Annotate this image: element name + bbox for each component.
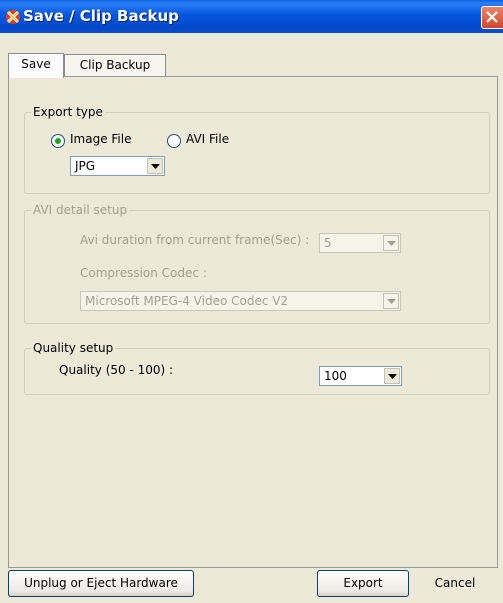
title-bar[interactable]: Save / Clip Backup [0,0,503,33]
quality-setup-legend: Quality setup [31,341,116,355]
export-type-legend: Export type [31,105,105,119]
avi-file-radio[interactable] [167,134,181,148]
image-file-label[interactable]: Image File [70,132,131,146]
quality-setup-group: Quality setup Quality (50 - 100) : 100 [24,341,490,395]
window-title: Save / Clip Backup [23,7,179,25]
tab-clip-backup[interactable]: Clip Backup [64,54,166,77]
avi-duration-label: Avi duration from current frame(Sec) : [80,233,310,247]
compression-codec-label: Compression Codec : [80,266,207,280]
app-logo-icon [4,8,20,24]
avi-duration-value: 5 [324,236,332,250]
avi-duration-select[interactable]: 5 [319,233,401,253]
export-type-group: Export type Image File AVI File JPG [24,105,490,194]
image-format-value: JPG [75,159,96,173]
close-button[interactable] [481,6,503,29]
avi-file-label[interactable]: AVI File [186,132,229,146]
export-button[interactable]: Export [317,570,409,597]
avi-detail-legend: AVI detail setup [31,203,130,217]
compression-codec-select[interactable]: Microsoft MPEG-4 Video Codec V2 [80,291,401,311]
image-file-radio[interactable] [51,134,65,148]
chevron-down-icon[interactable] [383,293,399,309]
compression-codec-value: Microsoft MPEG-4 Video Codec V2 [85,294,289,308]
unplug-eject-hardware-button[interactable]: Unplug or Eject Hardware [8,570,194,597]
close-icon [486,11,498,23]
cancel-button[interactable]: Cancel [414,570,496,597]
chevron-down-icon[interactable] [147,158,163,174]
quality-value: 100 [324,369,347,383]
image-format-select[interactable]: JPG [70,156,165,176]
avi-detail-group: AVI detail setup Avi duration from curre… [24,203,490,324]
quality-select[interactable]: 100 [319,366,402,386]
tab-save[interactable]: Save [8,53,64,78]
chevron-down-icon[interactable] [384,368,400,384]
tab-panel-save: Export type Image File AVI File JPG AVI … [8,76,498,568]
chevron-down-icon[interactable] [383,235,399,251]
quality-label: Quality (50 - 100) : [59,363,174,377]
